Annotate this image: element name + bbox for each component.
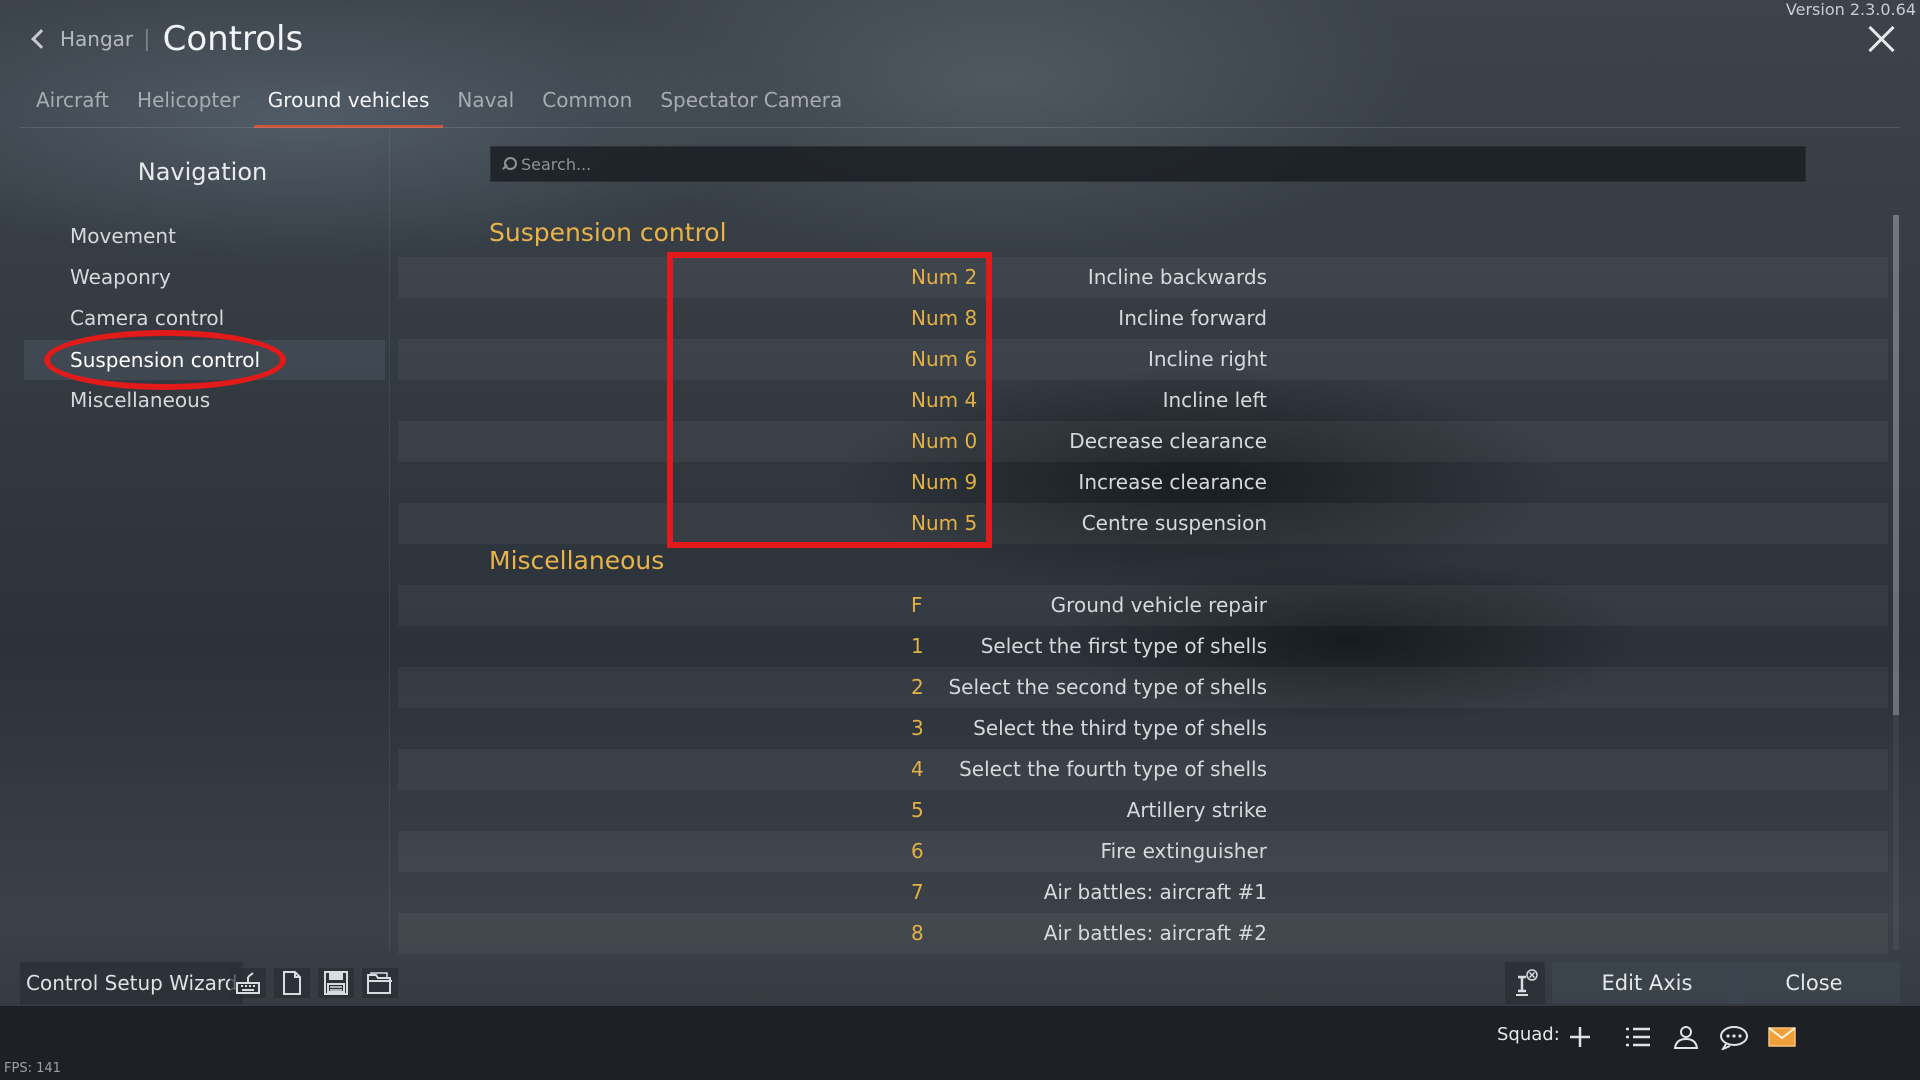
new-file-icon[interactable] [274, 968, 310, 998]
search-input[interactable] [521, 154, 1805, 174]
control-key-binding: 4 [911, 757, 924, 781]
control-action-label: Select the third type of shells [973, 716, 1267, 740]
control-key-binding: 6 [911, 839, 924, 863]
version-label: Version 2.3.0.64 [1785, 0, 1916, 19]
control-row[interactable]: Centre suspension Num 5 [398, 503, 1888, 544]
control-row[interactable]: Incline forward Num 8 [398, 298, 1888, 339]
control-row[interactable]: Incline right Num 6 [398, 339, 1888, 380]
control-action-label: Air battles: aircraft #1 [1043, 880, 1267, 904]
chevron-left-icon [31, 29, 51, 49]
control-row[interactable]: Fire extinguisher 6 [398, 831, 1888, 872]
contacts-icon[interactable] [1668, 1020, 1704, 1054]
close-button[interactable]: Close [1728, 962, 1900, 1004]
tabs-divider [20, 127, 1900, 128]
scrollbar-thumb[interactable] [1893, 215, 1899, 715]
tab-spectator-camera[interactable]: Spectator Camera [646, 84, 856, 128]
nav-item-weaponry[interactable]: Weaponry [24, 257, 385, 297]
control-action-label: Select the second type of shells [948, 675, 1267, 699]
control-row[interactable]: Incline backwards Num 2 [398, 257, 1888, 298]
fps-counter: FPS: 141 [4, 1061, 61, 1076]
control-row[interactable]: Increase clearance Num 9 [398, 462, 1888, 503]
back-label: Hangar [60, 27, 134, 51]
controls-toolbar: Control Setup Wizard Edit Axis Close [20, 962, 1900, 1004]
annotation-circle [44, 330, 286, 390]
nav-item-movement[interactable]: Movement [24, 216, 385, 256]
control-key-binding: 8 [911, 921, 924, 945]
control-row[interactable]: Ground vehicle repair F [398, 585, 1888, 626]
controls-tabs: Aircraft Helicopter Ground vehicles Nava… [22, 84, 856, 128]
control-setup-wizard-button[interactable]: Control Setup Wizard [20, 962, 244, 1004]
control-row[interactable]: Incline left Num 4 [398, 380, 1888, 421]
back-to-hangar-button[interactable]: Hangar | Controls [30, 19, 303, 59]
edit-axis-button[interactable]: Edit Axis [1552, 962, 1742, 1004]
keyboard-icon[interactable] [230, 968, 266, 998]
open-folder-icon[interactable] [362, 968, 398, 998]
control-action-label: Ground vehicle repair [1050, 593, 1267, 617]
tab-ground-vehicles[interactable]: Ground vehicles [253, 84, 444, 128]
navigation-panel: Navigation Movement Weaponry Camera cont… [20, 130, 390, 950]
tab-common[interactable]: Common [528, 84, 646, 128]
control-key-binding: 7 [911, 880, 924, 904]
control-row[interactable]: Select the second type of shells 2 [398, 667, 1888, 708]
control-action-label: Fire extinguisher [1100, 839, 1267, 863]
section-title-miscellaneous: Miscellaneous [489, 546, 665, 575]
page-title: Controls [162, 19, 304, 59]
control-action-label: Incline right [1147, 347, 1267, 371]
list-icon[interactable] [1620, 1020, 1656, 1054]
control-action-label: Centre suspension [1081, 511, 1267, 535]
control-key-binding: 2 [911, 675, 924, 699]
control-action-label: Decrease clearance [1069, 429, 1267, 453]
control-action-label: Incline forward [1118, 306, 1267, 330]
control-row[interactable]: Select the third type of shells 3 [398, 708, 1888, 749]
tab-aircraft[interactable]: Aircraft [22, 84, 123, 128]
section-title-suspension-control: Suspension control [489, 218, 727, 247]
control-action-label: Select the first type of shells [980, 634, 1267, 658]
chat-icon[interactable] [1716, 1020, 1752, 1054]
control-key-binding: 1 [911, 634, 924, 658]
control-row[interactable]: Air battles: aircraft #1 7 [398, 872, 1888, 913]
control-key-binding: 3 [911, 716, 924, 740]
control-row[interactable]: Select the fourth type of shells 4 [398, 749, 1888, 790]
control-row[interactable]: Decrease clearance Num 0 [398, 421, 1888, 462]
axis-settings-icon[interactable] [1505, 962, 1545, 1004]
annotation-box [667, 252, 992, 548]
search-icon [501, 157, 517, 171]
control-row[interactable]: Air battles: aircraft #2 8 [398, 913, 1888, 954]
tab-naval[interactable]: Naval [443, 84, 528, 128]
tab-helicopter[interactable]: Helicopter [123, 84, 254, 128]
close-icon[interactable] [1866, 24, 1896, 54]
control-action-label: Increase clearance [1078, 470, 1267, 494]
control-action-label: Incline backwards [1087, 265, 1267, 289]
control-action-label: Incline left [1162, 388, 1267, 412]
squad-label: Squad: [1497, 1024, 1560, 1045]
navigation-title: Navigation [137, 158, 268, 186]
control-key-binding: F [911, 593, 923, 617]
control-row[interactable]: Select the first type of shells 1 [398, 626, 1888, 667]
control-row[interactable]: Artillery strike 5 [398, 790, 1888, 831]
search-bar[interactable] [490, 146, 1806, 182]
header-separator: | [143, 26, 151, 52]
plus-icon[interactable] [1562, 1020, 1598, 1054]
save-icon[interactable] [318, 968, 354, 998]
control-action-label: Artillery strike [1126, 798, 1267, 822]
control-key-binding: 5 [911, 798, 924, 822]
control-action-label: Select the fourth type of shells [959, 757, 1267, 781]
control-action-label: Air battles: aircraft #2 [1043, 921, 1267, 945]
mail-icon[interactable] [1764, 1020, 1800, 1054]
